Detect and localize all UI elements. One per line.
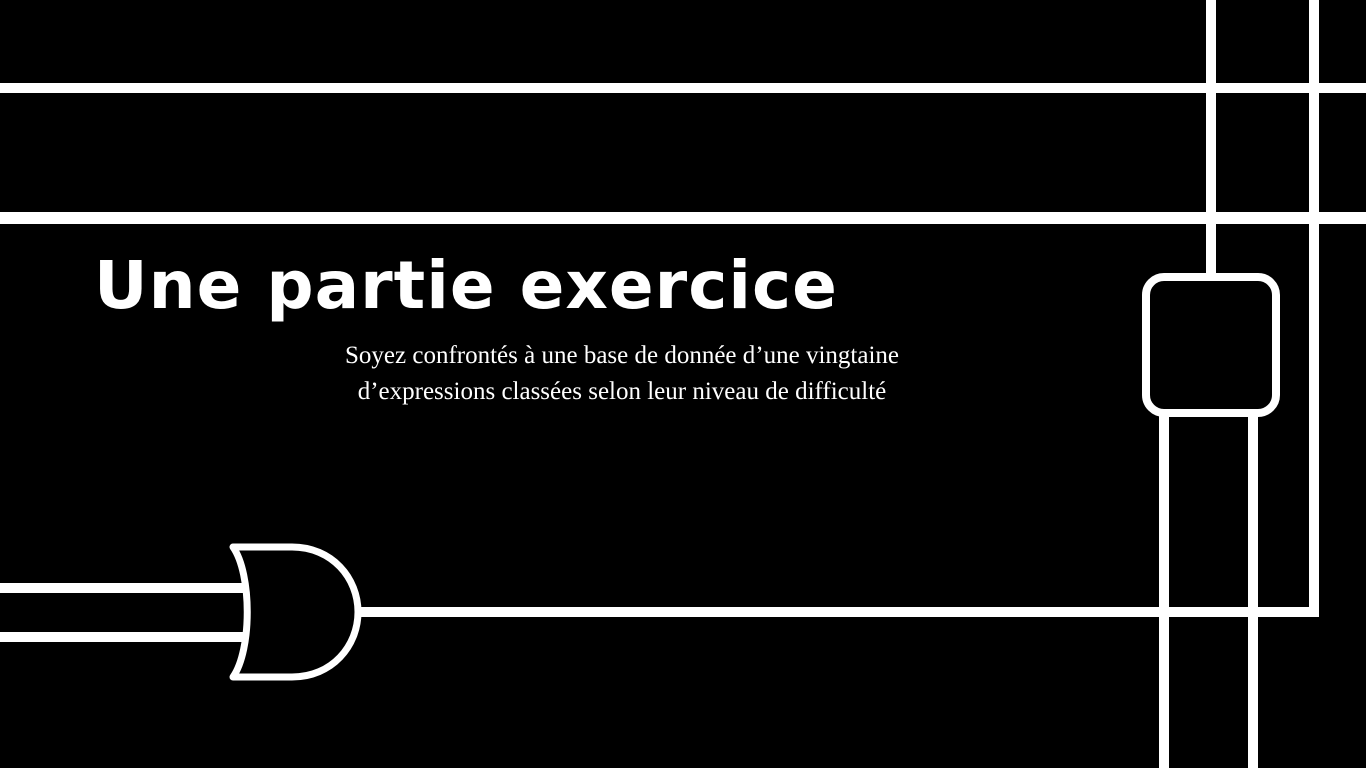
subtitle-line-1: Soyez confrontés à une base de donnée d’… — [345, 342, 899, 369]
slide: Une partie exercice Soyez confrontés à u… — [0, 0, 1366, 768]
slide-subtitle: Soyez confrontés à une base de donnée d’… — [262, 338, 982, 410]
subtitle-line-2: d’expressions classées selon leur niveau… — [357, 378, 887, 405]
buffer-gate-icon — [1142, 273, 1280, 417]
or-gate-icon — [229, 543, 362, 681]
slide-title: Une partie exercice — [94, 247, 838, 324]
